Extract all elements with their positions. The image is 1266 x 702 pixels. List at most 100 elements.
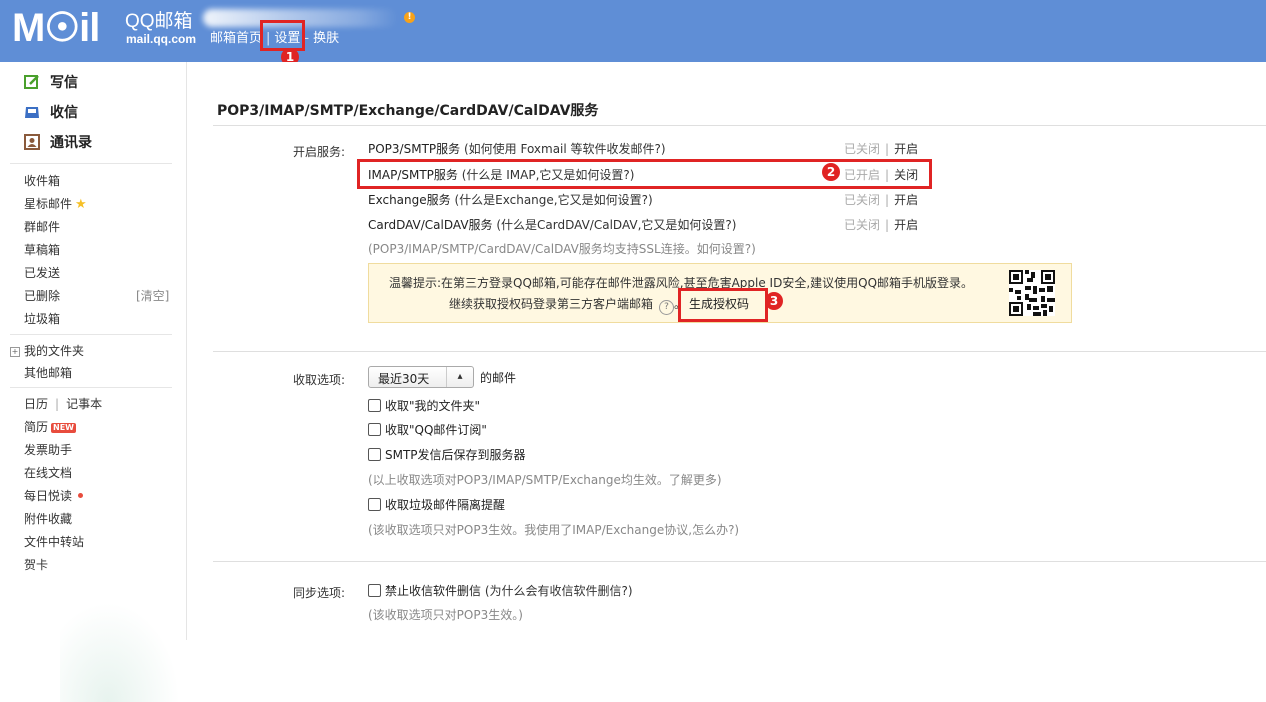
sidebar-item-attachments[interactable]: 附件收藏 — [24, 510, 72, 527]
unread-dot — [78, 493, 84, 498]
sidebar-item-other-mailboxes[interactable]: 其他邮箱 — [24, 364, 72, 381]
select-arrow-icon: ▴ — [446, 367, 473, 387]
service-help-link[interactable]: (如何使用 Foxmail 等软件收发邮件?) — [464, 142, 666, 156]
checkbox-box[interactable] — [368, 448, 381, 461]
scrolled-text-fragment — [367, 54, 1147, 68]
compose-icon — [24, 74, 40, 90]
section-divider — [213, 351, 1266, 352]
sidebar-item-deleted[interactable]: 已删除 — [24, 287, 60, 304]
sidebar-item-drafts[interactable]: 草稿箱 — [24, 241, 60, 258]
sync-note: (该收取选项只对POP3生效。) — [368, 608, 523, 622]
new-badge: NEW — [51, 423, 76, 433]
checkbox-label: 收取垃圾邮件隔离提醒 — [385, 498, 506, 512]
sidebar-compose[interactable]: 写信 — [24, 72, 78, 92]
checkbox-qq-subscription[interactable]: 收取"QQ邮件订阅" — [368, 421, 487, 438]
status-text: 已关闭 — [844, 142, 881, 156]
service-row-carddav: CardDAV/CalDAV服务 (什么是CardDAV/CalDAV,它又是如… — [368, 216, 736, 233]
checkbox-my-folders[interactable]: 收取"我的文件夹" — [368, 397, 480, 414]
sidebar-contacts[interactable]: 通讯录 — [24, 132, 92, 152]
separator: | — [55, 397, 60, 411]
checkbox-save-smtp[interactable]: SMTP发信后保存到服务器 — [368, 446, 526, 463]
sidebar-item-label: 每日悦读 — [24, 489, 73, 503]
nav-mailbox-home[interactable]: 邮箱首页 — [210, 31, 262, 46]
section-title-services: POP3/IMAP/SMTP/Exchange/CardDAV/CalDAV服务 — [217, 103, 599, 119]
checkbox-label: SMTP发信后保存到服务器 — [385, 448, 526, 462]
checkbox-box[interactable] — [368, 498, 381, 511]
checkbox-label: 收取"我的文件夹" — [385, 399, 481, 413]
enable-carddav-button[interactable]: 开启 — [894, 218, 918, 232]
checkbox-prevent-delete[interactable]: 禁止收信软件删信 (为什么会有收信软件删信?) — [368, 582, 633, 599]
sidebar-divider — [10, 163, 172, 164]
sidebar-item-my-folders[interactable]: + 我的文件夹 — [10, 342, 84, 359]
logo-brand: QQ邮箱 — [125, 11, 193, 32]
sidebar-item-daily-reading[interactable]: 每日悦读 — [24, 487, 84, 504]
sidebar-inbox-label: 收信 — [50, 105, 78, 121]
service-status-exchange: 已关闭 | 开启 — [844, 193, 919, 207]
tip-text: 继续获取授权码登录第三方客户端邮箱 — [449, 297, 654, 311]
tip-line-2: 继续获取授权码登录第三方客户端邮箱?。 — [449, 295, 686, 315]
checkbox-box[interactable] — [368, 399, 381, 412]
sidebar-item-label: 简历 — [24, 420, 49, 434]
checkbox-box[interactable] — [368, 584, 381, 597]
service-help-link[interactable]: (什么是CardDAV/CalDAV,它又是如何设置?) — [496, 218, 736, 232]
sidebar-item-invoice[interactable]: 发票助手 — [24, 441, 72, 458]
sidebar-item-starred[interactable]: 星标邮件 ★ — [24, 195, 87, 212]
expand-icon[interactable]: + — [10, 347, 20, 357]
sidebar-item-label: 我的文件夹 — [24, 344, 85, 358]
contacts-icon — [24, 134, 40, 150]
sidebar-divider — [10, 334, 172, 335]
help-icon[interactable]: ? — [659, 300, 675, 315]
sidebar-compose-label: 写信 — [50, 75, 78, 91]
alert-icon[interactable]: ! — [404, 12, 415, 23]
enable-pop3-button[interactable]: 开启 — [894, 142, 918, 156]
sidebar-item-sent[interactable]: 已发送 — [24, 264, 60, 281]
services-label: 开启服务: — [293, 145, 346, 159]
ssl-note: (POP3/IMAP/SMTP/CardDAV/CalDAV服务均支持SSL连接… — [368, 242, 756, 256]
nav-separator: - — [304, 31, 310, 46]
sidebar-divider — [10, 387, 172, 388]
sidebar-item-docs[interactable]: 在线文档 — [24, 464, 72, 481]
checkbox-label: 禁止收信软件删信 — [385, 584, 482, 598]
service-status-carddav: 已关闭 | 开启 — [844, 218, 919, 232]
service-name: CardDAV/CalDAV服务 — [368, 218, 493, 232]
highlight-box-settings — [260, 20, 305, 51]
star-icon: ★ — [75, 197, 87, 212]
sidebar-item-group[interactable]: 群邮件 — [24, 218, 60, 235]
select-suffix: 的邮件 — [480, 371, 517, 385]
step-badge-2: 2 — [822, 163, 840, 181]
settings-panel: POP3/IMAP/SMTP/Exchange/CardDAV/CalDAV服务… — [187, 62, 1266, 640]
service-row-pop3: POP3/SMTP服务 (如何使用 Foxmail 等软件收发邮件?) — [368, 140, 666, 157]
sidebar-item-spam[interactable]: 垃圾箱 — [24, 310, 60, 327]
service-row-exchange: Exchange服务 (什么是Exchange,它又是如何设置?) — [368, 191, 653, 208]
enable-exchange-button[interactable]: 开启 — [894, 193, 918, 207]
sidebar-item-greeting-card[interactable]: 贺卡 — [24, 556, 48, 573]
sidebar-item-calendar[interactable]: 日历 — [24, 397, 48, 411]
sidebar-item-label: 星标邮件 — [24, 197, 73, 211]
clear-trash-link[interactable]: [清空] — [136, 287, 169, 304]
receive-options-label: 收取选项: — [293, 373, 346, 387]
sidebar-item-calendar-notebook: 日历 | 记事本 — [24, 395, 102, 412]
logo-domain: mail.qq.com — [126, 32, 197, 46]
sidebar-inbox[interactable]: 收信 — [24, 102, 78, 122]
service-help-link[interactable]: (什么是Exchange,它又是如何设置?) — [454, 193, 652, 207]
step-badge-3: 3 — [765, 292, 783, 310]
sidebar: 写信 收信 通讯录 收件箱 星标邮件 ★ 群邮件 草稿箱 已发送 已删除 [清空]… — [0, 62, 187, 702]
service-status-pop3: 已关闭 | 开启 — [844, 142, 919, 156]
decorative-leaf — [60, 602, 180, 702]
receive-period-select[interactable]: 最近30天 ▴ — [368, 366, 474, 388]
receive-note-2: (该收取选项只对POP3生效。我使用了IMAP/Exchange协议,怎么办?) — [368, 523, 740, 537]
section-divider — [213, 561, 1266, 562]
service-name: POP3/SMTP服务 — [368, 142, 461, 156]
sidebar-item-inbox[interactable]: 收件箱 — [24, 172, 60, 189]
sync-help-link[interactable]: (为什么会有收信软件删信?) — [485, 584, 633, 598]
qr-code-icon — [1009, 270, 1055, 316]
checkbox-spam-reminder[interactable]: 收取垃圾邮件隔离提醒 — [368, 496, 505, 513]
sidebar-item-notebook[interactable]: 记事本 — [66, 397, 102, 411]
nav-skin[interactable]: 换肤 — [313, 31, 339, 46]
sidebar-item-resume[interactable]: 简历 NEW — [24, 418, 76, 435]
checkbox-box[interactable] — [368, 423, 381, 436]
sync-options-label: 同步选项: — [293, 586, 346, 600]
highlight-box-imap — [357, 159, 932, 189]
sidebar-item-file-transfer[interactable]: 文件中转站 — [24, 533, 84, 550]
receive-note-1: (以上收取选项对POP3/IMAP/SMTP/Exchange均生效。了解更多) — [368, 473, 722, 487]
